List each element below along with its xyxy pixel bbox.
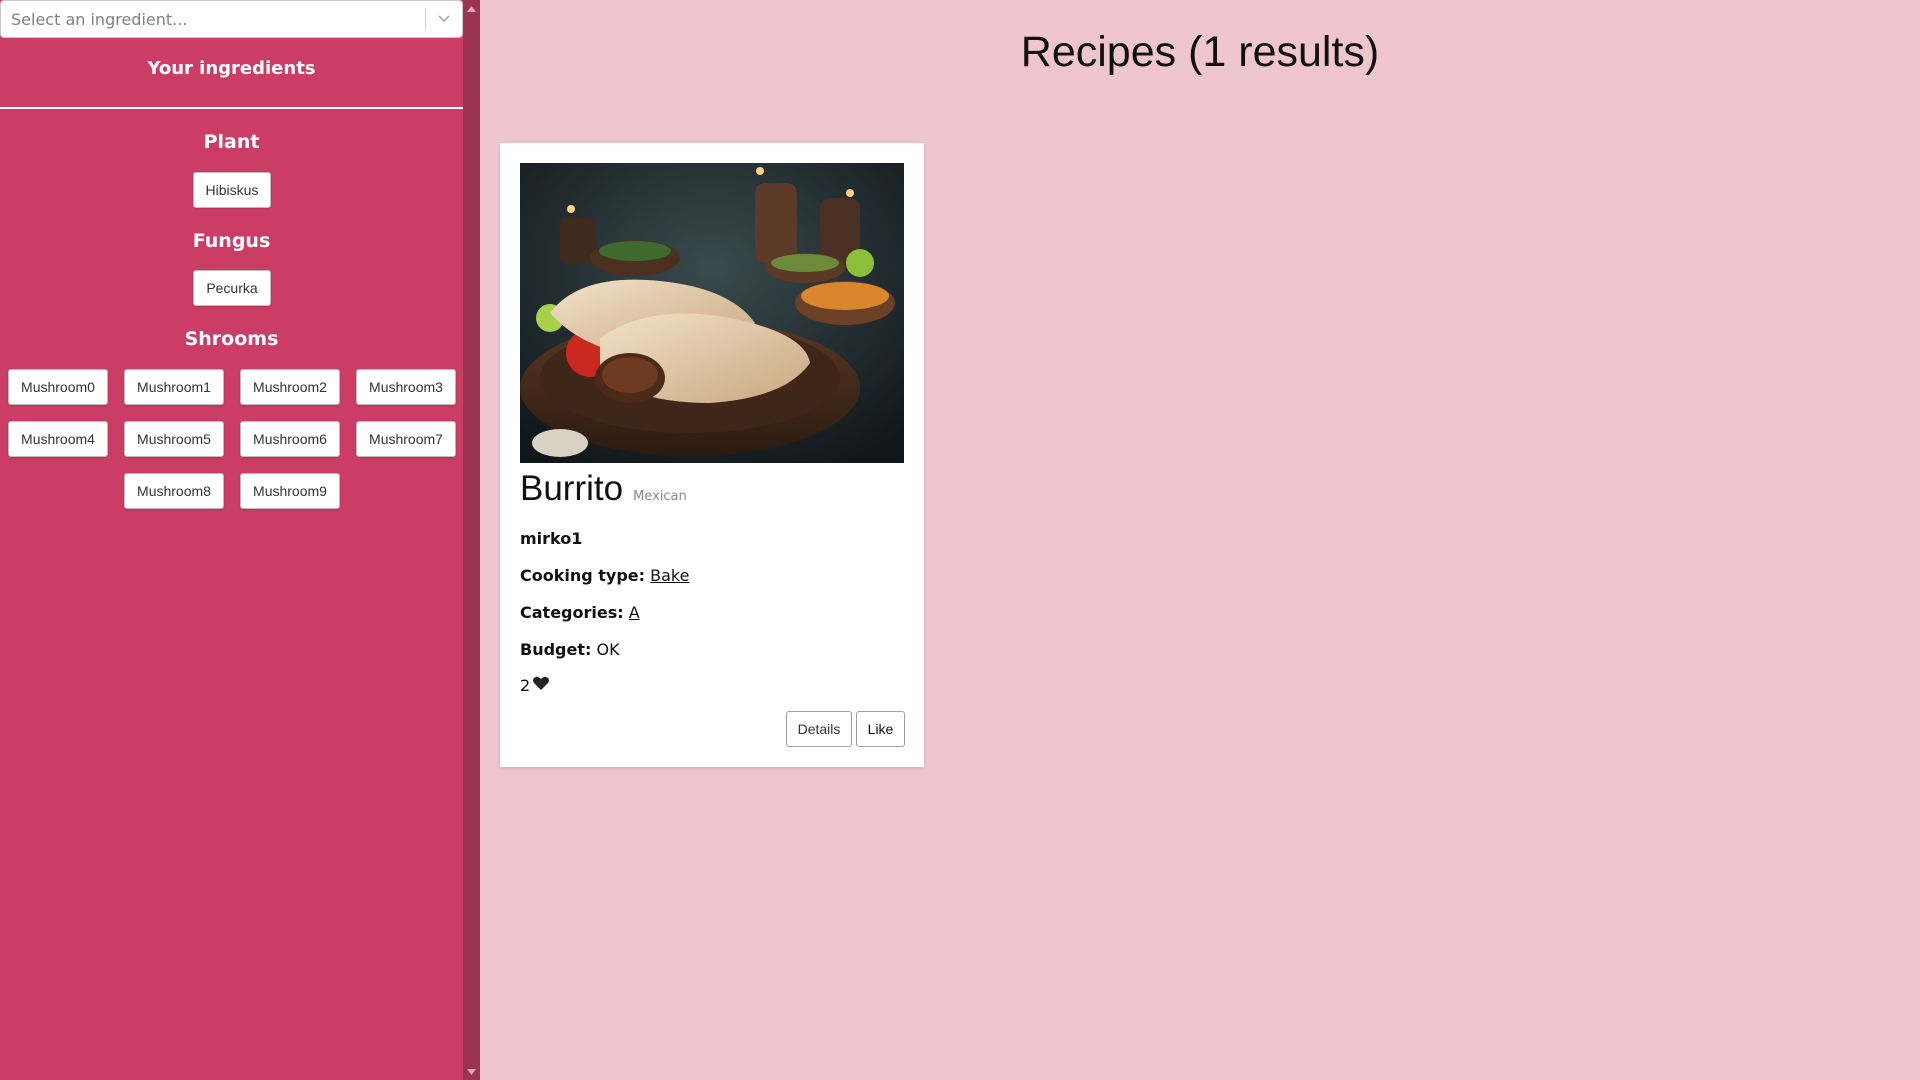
group-title-shrooms: Shrooms bbox=[184, 328, 279, 350]
budget-value: OK bbox=[596, 640, 620, 659]
likes-count: 2 bbox=[520, 675, 531, 695]
sidebar-scrollbar[interactable] bbox=[463, 0, 480, 1080]
cooking-type-label: Cooking type: bbox=[520, 566, 646, 585]
ingredient-chip-mushroom5[interactable]: Mushroom5 bbox=[124, 421, 224, 457]
recipe-cuisine: Mexican bbox=[633, 489, 687, 504]
page-title: Recipes (1 results) bbox=[1020, 28, 1380, 76]
sidebar-divider bbox=[0, 107, 463, 109]
recipe-author: mirko1 bbox=[520, 529, 582, 548]
group-title-fungus: Fungus bbox=[192, 230, 271, 252]
ingredient-select[interactable]: Select an ingredient... bbox=[0, 0, 463, 38]
budget-label: Budget: bbox=[520, 640, 592, 659]
chevron-down-icon[interactable] bbox=[426, 0, 462, 38]
ingredient-chip-mushroom4[interactable]: Mushroom4 bbox=[8, 421, 108, 457]
ingredient-chip-mushroom9[interactable]: Mushroom9 bbox=[240, 473, 340, 509]
ingredient-chip-hibiskus[interactable]: Hibiskus bbox=[193, 172, 271, 208]
recipe-image bbox=[520, 163, 904, 463]
categories-label: Categories: bbox=[520, 603, 624, 622]
ingredient-chip-mushroom0[interactable]: Mushroom0 bbox=[8, 369, 108, 405]
heart-icon bbox=[532, 675, 550, 695]
ingredient-select-placeholder: Select an ingredient... bbox=[11, 9, 188, 29]
ingredient-chip-pecurka[interactable]: Pecurka bbox=[193, 270, 271, 306]
budget-row: Budget: OK bbox=[520, 640, 620, 659]
scroll-up-arrow-icon[interactable] bbox=[463, 0, 480, 17]
ingredient-chip-mushroom8[interactable]: Mushroom8 bbox=[124, 473, 224, 509]
recipe-name: Burrito bbox=[520, 469, 624, 508]
cooking-type-row: Cooking type: Bake bbox=[520, 566, 689, 585]
category-link[interactable]: A bbox=[629, 603, 640, 622]
ingredient-chip-mushroom6[interactable]: Mushroom6 bbox=[240, 421, 340, 457]
likes-count-row: 2 bbox=[520, 675, 550, 695]
ingredient-sidebar: Select an ingredient... Your ingredients… bbox=[0, 0, 463, 1080]
ingredient-chip-mushroom2[interactable]: Mushroom2 bbox=[240, 369, 340, 405]
group-title-plant: Plant bbox=[203, 131, 260, 153]
your-ingredients-title: Your ingredients bbox=[147, 58, 316, 79]
details-button[interactable]: Details bbox=[786, 711, 852, 747]
ingredient-chip-mushroom7[interactable]: Mushroom7 bbox=[356, 421, 456, 457]
scroll-down-arrow-icon[interactable] bbox=[463, 1063, 480, 1080]
cooking-type-link[interactable]: Bake bbox=[650, 566, 689, 585]
like-button[interactable]: Like bbox=[856, 711, 905, 747]
recipe-author-name: mirko1 bbox=[520, 529, 583, 548]
ingredient-chip-mushroom1[interactable]: Mushroom1 bbox=[124, 369, 224, 405]
recipe-title-row: Burrito Mexican bbox=[520, 469, 687, 509]
ingredient-chip-mushroom3[interactable]: Mushroom3 bbox=[356, 369, 456, 405]
recipe-card: Burrito Mexican mirko1 Cooking type: Bak… bbox=[500, 143, 924, 767]
categories-row: Categories: A bbox=[520, 603, 640, 622]
